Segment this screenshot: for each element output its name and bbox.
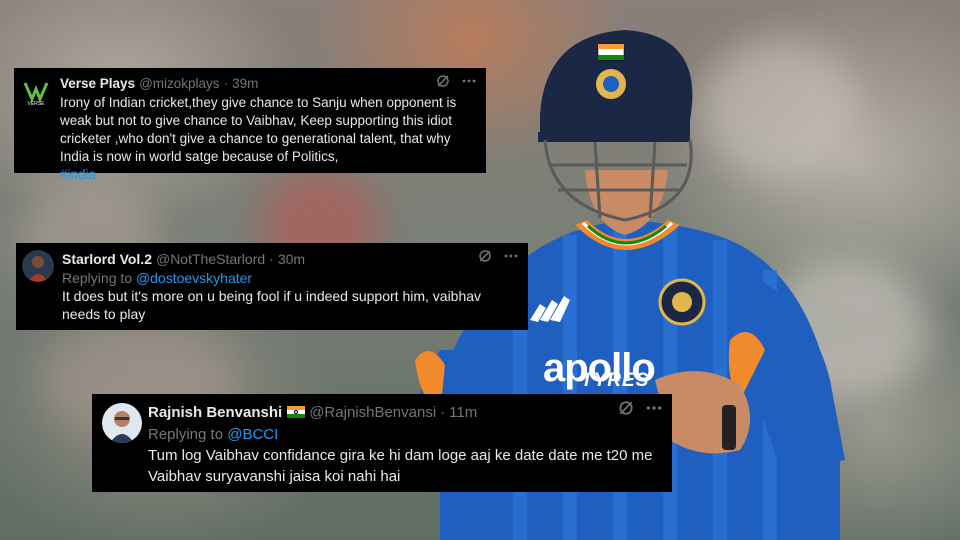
avatar[interactable] bbox=[22, 250, 54, 282]
grok-icon[interactable] bbox=[478, 249, 492, 263]
timestamp[interactable]: 11m bbox=[449, 402, 477, 423]
display-name[interactable]: Starlord Vol.2 bbox=[62, 250, 152, 268]
timestamp[interactable]: 39m bbox=[232, 75, 258, 93]
user-handle[interactable]: @NotTheStarlord bbox=[156, 250, 265, 268]
tweet-header: Starlord Vol.2 @NotTheStarlord · 30m bbox=[62, 249, 518, 269]
india-flag-icon bbox=[287, 406, 306, 418]
tweet-card[interactable]: Starlord Vol.2 @NotTheStarlord · 30m Rep… bbox=[16, 243, 528, 330]
more-icon[interactable] bbox=[504, 249, 518, 263]
separator: · bbox=[269, 251, 274, 267]
tweet-text: Irony of Indian cricket,they give chance… bbox=[60, 95, 457, 164]
display-name[interactable]: Verse Plays bbox=[60, 75, 135, 93]
user-handle[interactable]: @RajnishBenvansi bbox=[309, 402, 436, 423]
more-icon[interactable] bbox=[462, 74, 476, 88]
display-name[interactable]: Rajnish Benvanshi bbox=[148, 402, 282, 423]
tweet-actions bbox=[436, 74, 476, 88]
reply-mention-link[interactable]: @dostoevskyhater bbox=[136, 270, 252, 286]
user-handle[interactable]: @mizokplays bbox=[139, 75, 219, 93]
tweet-header: Rajnish Benvanshi @RajnishBenvansi · 11m bbox=[148, 400, 662, 424]
separator: · bbox=[440, 403, 446, 421]
more-icon[interactable] bbox=[646, 400, 662, 416]
avatar[interactable]: VERSE bbox=[20, 75, 52, 107]
separator: · bbox=[223, 76, 229, 91]
avatar[interactable] bbox=[102, 403, 142, 443]
replying-label: Replying to bbox=[148, 426, 224, 443]
reply-mention-link[interactable]: @BCCI bbox=[227, 426, 278, 443]
grok-icon[interactable] bbox=[436, 74, 450, 88]
reply-context: Replying to @dostoevskyhater bbox=[62, 269, 518, 287]
hashtag-link[interactable]: #india bbox=[60, 166, 476, 184]
avatar-text: VERSE bbox=[28, 101, 46, 107]
tweet-text: It does but it's more on u being fool if… bbox=[62, 288, 482, 322]
tweet-text: Tum log Vaibhav confidance gira ke hi da… bbox=[148, 447, 653, 485]
replying-label: Replying to bbox=[62, 270, 133, 286]
tweet-actions bbox=[618, 400, 662, 416]
grok-icon[interactable] bbox=[618, 400, 634, 416]
reply-context: Replying to @BCCI bbox=[148, 424, 662, 445]
tweet-card[interactable]: Rajnish Benvanshi @RajnishBenvansi · 11m… bbox=[92, 394, 672, 492]
tweet-header: Verse Plays @mizokplays · 39m bbox=[60, 74, 476, 94]
timestamp[interactable]: 30m bbox=[278, 250, 305, 268]
tweet-actions bbox=[478, 249, 518, 263]
tweet-card[interactable]: VERSE Verse Plays @mizokplays · 39m Iron… bbox=[14, 68, 486, 182]
jersey-sponsor-sub: TYRES bbox=[581, 370, 650, 391]
